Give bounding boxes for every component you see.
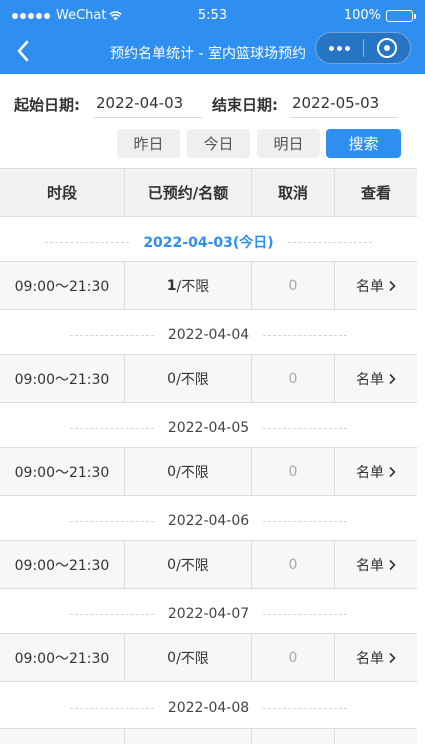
cancel-count: 0	[252, 541, 335, 588]
slot-time: 09:00～21:30	[0, 448, 125, 495]
navigation-bar: 预约名单统计 - 室内篮球场预约	[0, 30, 425, 74]
day-date: 2022-04-07	[167, 606, 250, 622]
day-label: 2022-04-06	[0, 499, 417, 543]
header-view: 查看	[360, 184, 391, 202]
day-label: 2022-04-08	[0, 686, 417, 730]
day-label: 2022-04-04	[0, 313, 417, 357]
slot-time: 09:00～21:30	[0, 262, 125, 309]
back-button[interactable]	[8, 36, 38, 66]
status-bar: WeChat 5:53 100%	[0, 0, 425, 30]
view-list-link[interactable]: 名单	[335, 634, 417, 681]
header-cancel: 取消	[252, 169, 335, 216]
booked-quota: 0/不限	[125, 541, 252, 588]
table-header: 时段 已预约/名额 取消 查看	[0, 168, 417, 217]
view-list-link[interactable]: 名单	[335, 541, 417, 588]
header-time-slot: 时段	[0, 169, 125, 216]
header-booked-quota: 已预约/名额	[125, 169, 252, 216]
end-date-label: 结束日期:	[212, 96, 278, 114]
chevron-right-icon	[389, 466, 396, 477]
end-date-input[interactable]: 2022-05-03	[290, 90, 398, 118]
battery-status: 100%	[343, 8, 416, 23]
day-date: 2022-04-08	[167, 700, 250, 716]
booked-quota: 0/不限	[125, 448, 252, 495]
table-row: 09:00～21:30 0/不限 0 名单	[0, 354, 417, 403]
booked-quota: 0/不限	[125, 634, 252, 681]
table-row: 09:00～21:30 0/不限 0 名单	[0, 540, 417, 589]
view-list-link[interactable]: 名单	[335, 355, 417, 402]
table-row: 09:00～21:30 1/不限 0 名单	[0, 261, 417, 310]
page-title: 预约名单统计 - 室内篮球场预约	[110, 46, 306, 62]
table-row: 09:00～21:30 0/不限 0 名单	[0, 447, 417, 496]
miniprogram-capsule	[315, 32, 411, 64]
table-row-partial	[0, 728, 417, 744]
day-date: 2022-04-06	[167, 513, 250, 529]
tomorrow-button[interactable]: 明日	[257, 129, 320, 158]
chevron-right-icon	[389, 373, 396, 384]
battery-percent: 100%	[343, 8, 381, 23]
view-list-link[interactable]: 名单	[335, 262, 417, 309]
chevron-left-icon	[17, 40, 29, 62]
slot-time: 09:00～21:30	[0, 634, 125, 681]
view-list-link[interactable]: 名单	[335, 448, 417, 495]
yesterday-button[interactable]: 昨日	[117, 129, 180, 158]
more-menu-icon[interactable]	[316, 45, 363, 51]
search-button[interactable]: 搜索	[326, 129, 401, 158]
wechat-top-bar: WeChat 5:53 100% 预约名单统计 - 室内篮球场预约	[0, 0, 425, 74]
start-date-input[interactable]: 2022-04-03	[94, 90, 202, 118]
target-icon	[376, 38, 397, 58]
day-label-today: 2022-04-03(今日)	[0, 220, 417, 264]
start-date-label: 起始日期:	[14, 96, 80, 114]
slot-time: 09:00～21:30	[0, 541, 125, 588]
day-date: 2022-04-04	[167, 327, 250, 343]
day-label: 2022-04-05	[0, 406, 417, 450]
date-filter-panel: 起始日期: 2022-04-03 结束日期: 2022-05-03 昨日 今日 …	[0, 74, 425, 168]
day-date: 2022-04-05	[167, 420, 250, 436]
slot-time: 09:00～21:30	[0, 355, 125, 402]
cancel-count: 0	[252, 448, 335, 495]
day-label: 2022-04-07	[0, 592, 417, 636]
battery-icon	[386, 9, 416, 22]
table-row: 09:00～21:30 0/不限 0 名单	[0, 633, 417, 682]
day-date: 2022-04-03(今日)	[143, 235, 274, 251]
chevron-right-icon	[389, 652, 396, 663]
scroll-gutter	[417, 168, 425, 744]
cancel-count: 0	[252, 634, 335, 681]
today-button[interactable]: 今日	[187, 129, 250, 158]
chevron-right-icon	[389, 280, 396, 291]
booked-quota: 0/不限	[125, 355, 252, 402]
booked-quota: 1/不限	[125, 262, 252, 309]
close-miniprogram-button[interactable]	[364, 38, 410, 58]
cancel-count: 0	[252, 355, 335, 402]
chevron-right-icon	[389, 559, 396, 570]
cancel-count: 0	[252, 262, 335, 309]
